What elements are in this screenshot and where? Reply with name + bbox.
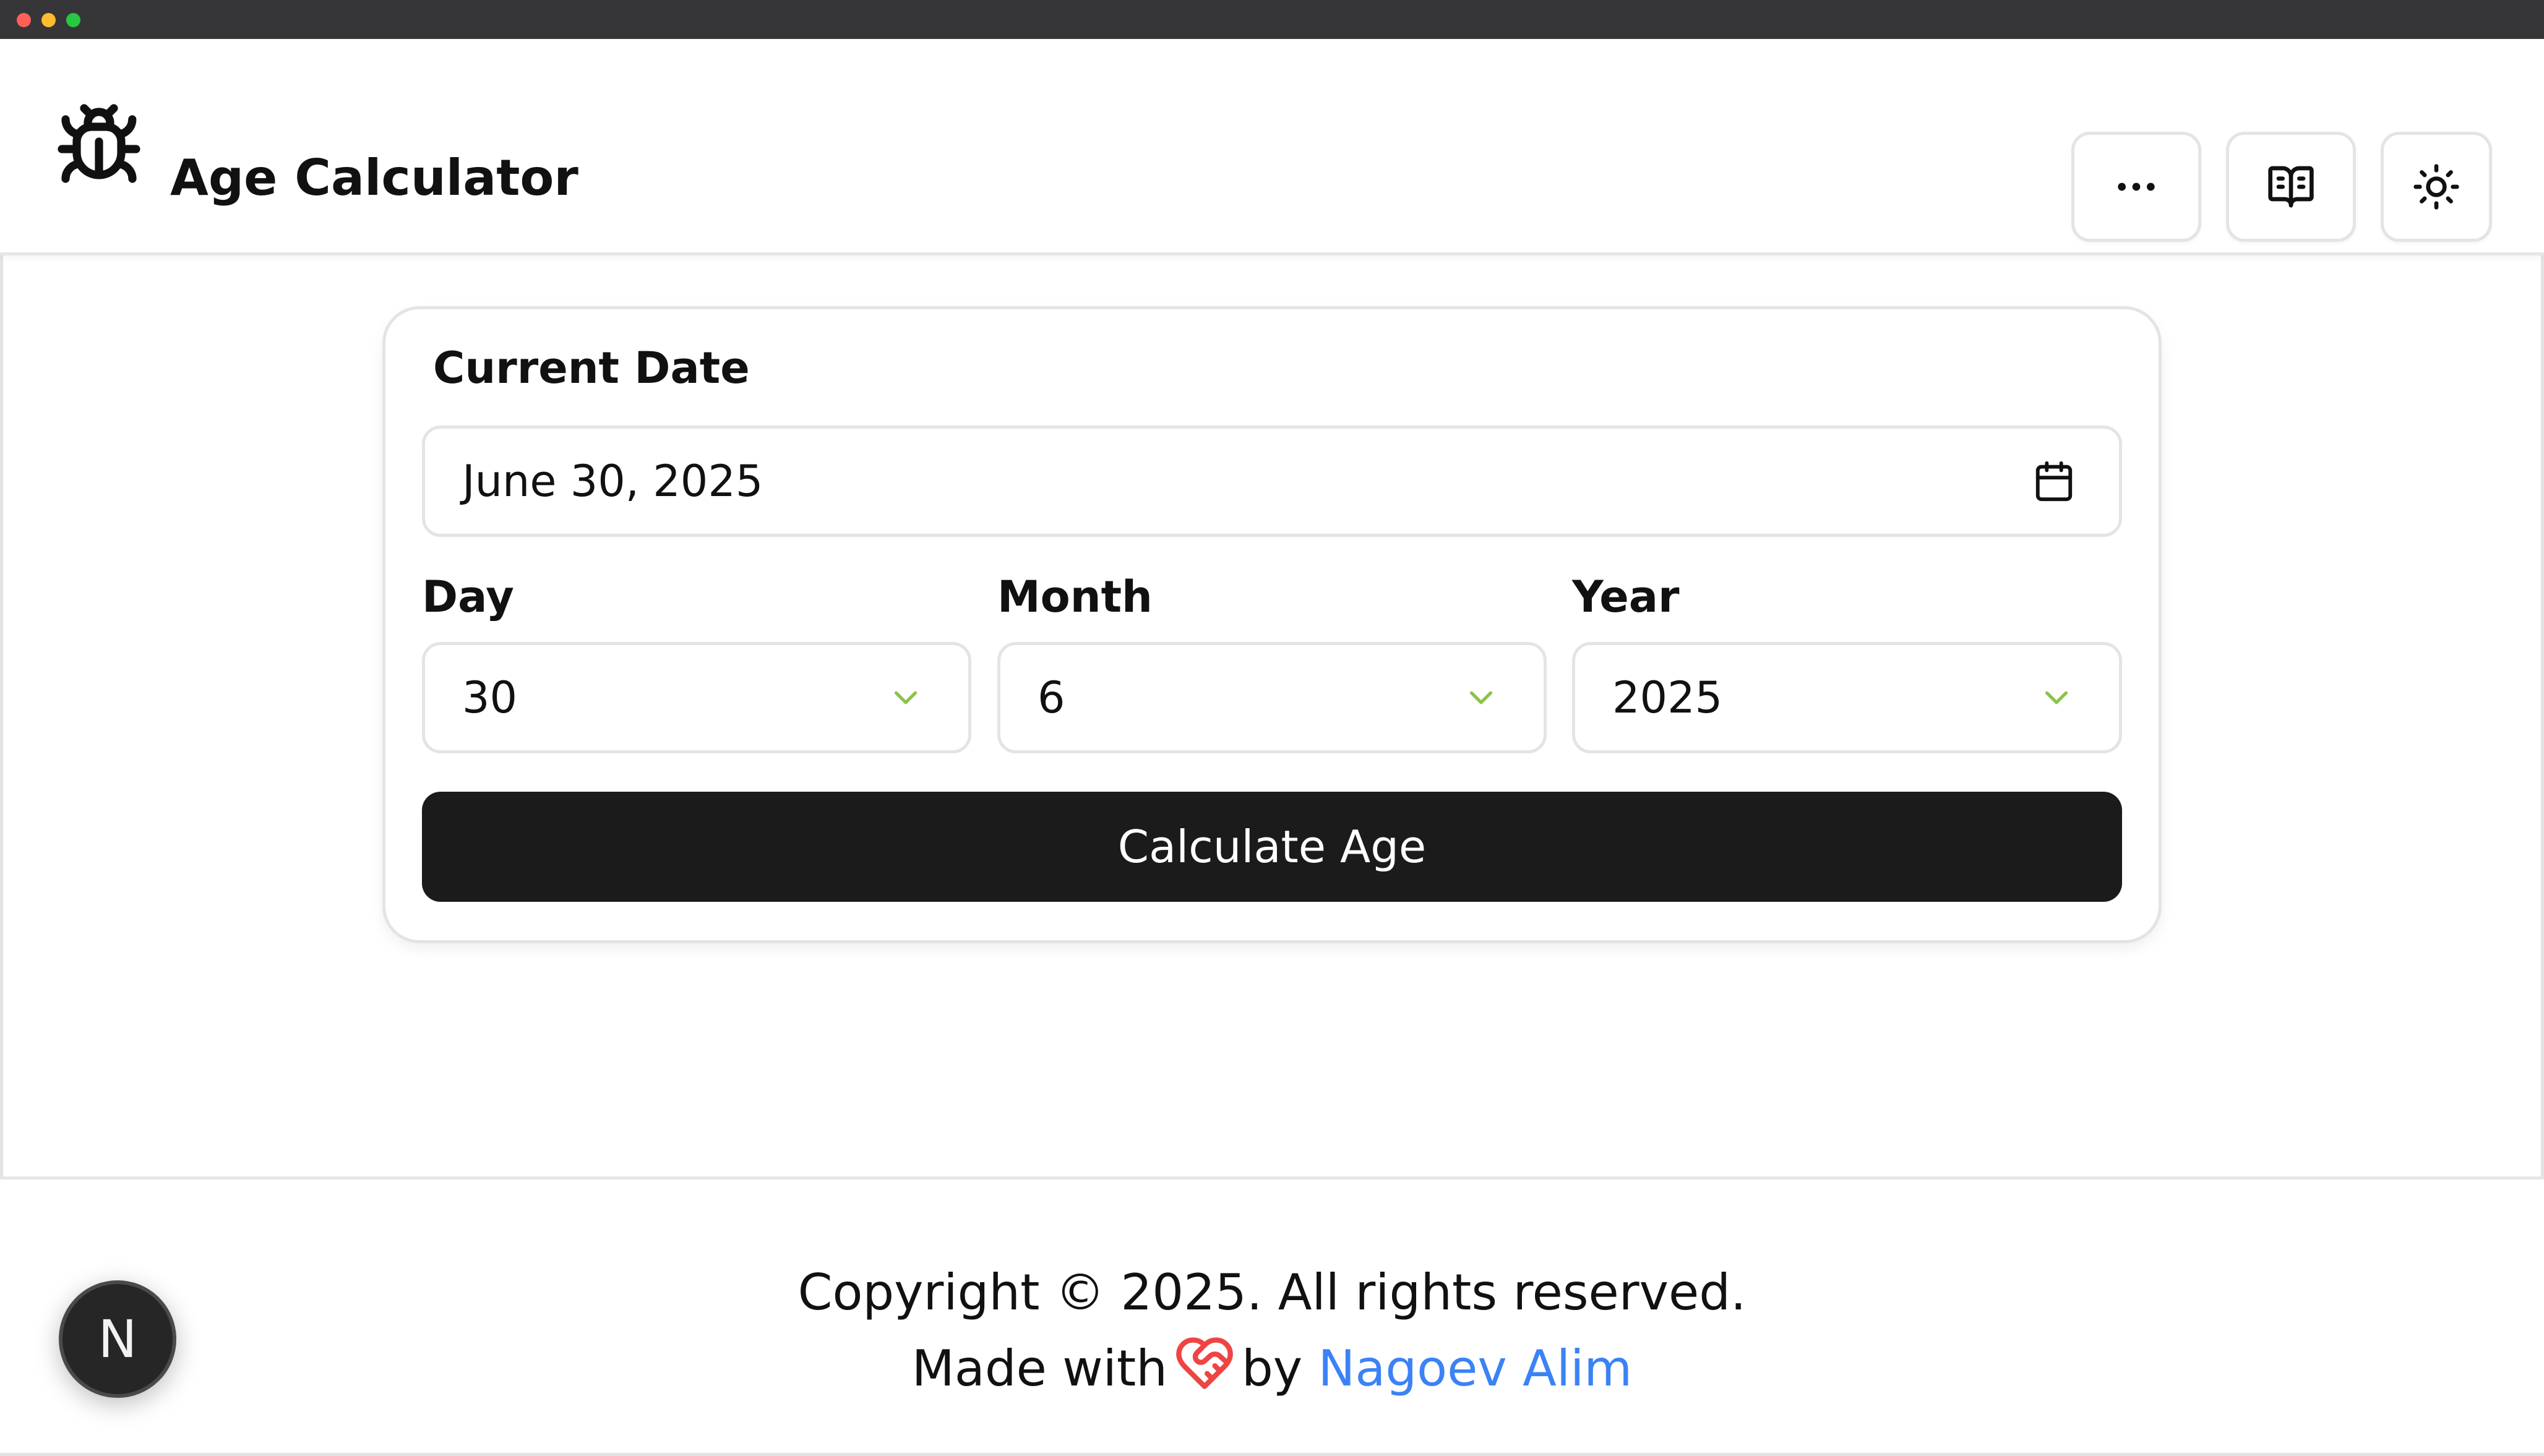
window-close-button[interactable] xyxy=(17,13,31,27)
copyright-text: Copyright © 2025. All rights reserved. xyxy=(797,1264,1747,1321)
by-text: by xyxy=(1241,1340,1303,1397)
made-with-line: Made with by Nagoev Alim xyxy=(0,1337,2544,1403)
month-label: Month xyxy=(997,572,1153,622)
current-date-value: June 30, 2025 xyxy=(462,456,763,507)
window-maximize-button[interactable] xyxy=(66,13,80,27)
window-minimize-button[interactable] xyxy=(41,13,56,27)
nextjs-dev-badge[interactable]: N xyxy=(59,1280,176,1398)
author-link[interactable]: Nagoev Alim xyxy=(1318,1340,1633,1397)
calendar-icon[interactable] xyxy=(2032,460,2076,503)
month-select[interactable]: 6 xyxy=(997,642,1547,753)
calculate-age-button[interactable]: Calculate Age xyxy=(422,792,2122,902)
theme-toggle-button[interactable] xyxy=(2381,132,2492,242)
book-open-icon xyxy=(2268,166,2314,208)
current-date-label: Current Date xyxy=(433,343,750,393)
chevron-down-icon xyxy=(2045,691,2068,704)
month-select-value: 6 xyxy=(1038,672,1065,723)
day-select[interactable]: 30 xyxy=(422,642,971,753)
bug-icon xyxy=(58,104,140,183)
day-label: Day xyxy=(422,572,514,622)
app-header: Age Calculator xyxy=(0,39,2544,255)
chevron-down-icon xyxy=(894,691,917,704)
heart-handshake-icon xyxy=(1176,1337,1233,1389)
ellipsis-icon xyxy=(2118,182,2155,191)
current-date-picker[interactable]: June 30, 2025 xyxy=(422,426,2122,537)
window-titlebar xyxy=(0,0,2544,39)
year-select-value: 2025 xyxy=(1612,672,1723,723)
day-select-value: 30 xyxy=(462,672,518,723)
chevron-down-icon xyxy=(1469,691,1493,704)
year-select[interactable]: 2025 xyxy=(1572,642,2122,753)
docs-button[interactable] xyxy=(2226,132,2356,242)
sun-icon xyxy=(2413,164,2459,210)
year-label: Year xyxy=(1572,572,1680,622)
app-title: Age Calculator xyxy=(170,149,578,207)
made-with-text: Made with xyxy=(911,1340,1167,1397)
more-options-button[interactable] xyxy=(2071,132,2201,242)
